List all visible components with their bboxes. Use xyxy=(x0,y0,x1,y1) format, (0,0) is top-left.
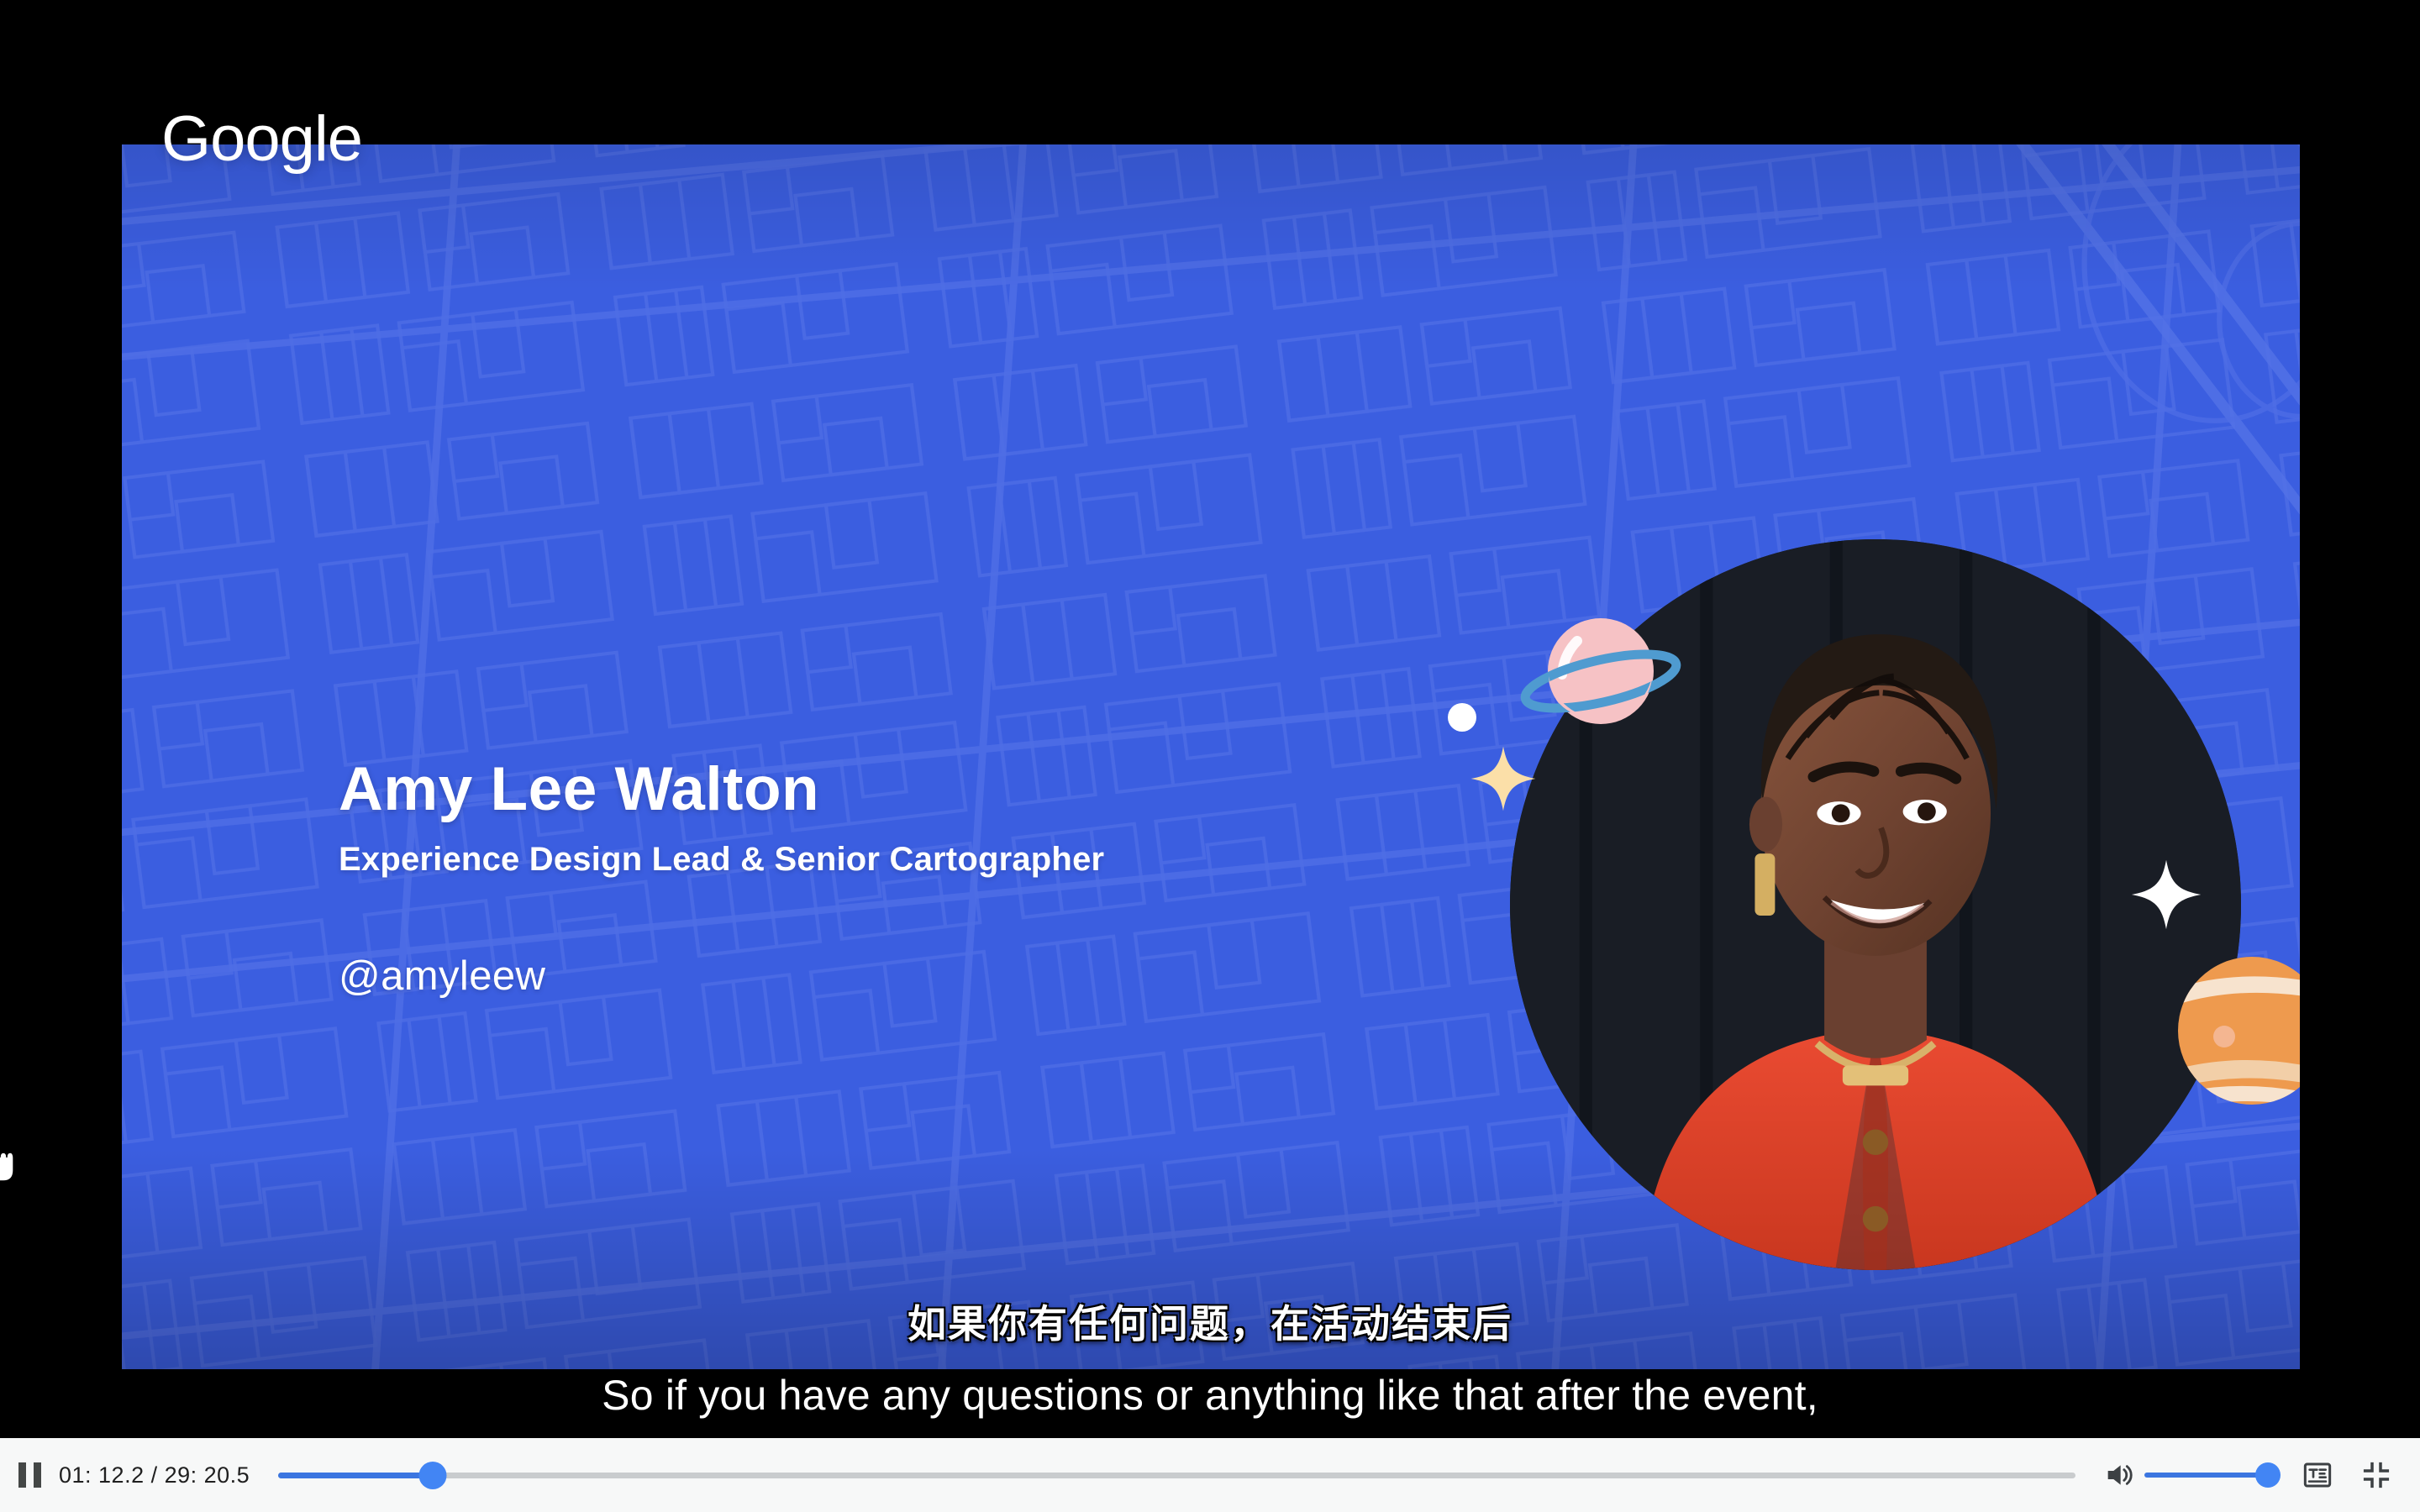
progress-track[interactable] xyxy=(278,1472,2075,1478)
subtitle-translated: 如果你有任何问题，在活动结束后 xyxy=(908,1302,1512,1346)
progress-thumb[interactable] xyxy=(418,1461,447,1489)
four-point-star-icon xyxy=(2130,858,2202,931)
speaker-name: Amy Lee Walton xyxy=(339,755,820,823)
time-display: 01: 12.2 / 29: 20.5 xyxy=(59,1462,250,1488)
hand-cursor-icon xyxy=(0,1136,20,1184)
exit-fullscreen-icon[interactable] xyxy=(2358,1457,2395,1494)
progress-bar[interactable] xyxy=(278,1461,2075,1489)
small-dot-icon xyxy=(1448,703,1476,732)
volume-slider[interactable] xyxy=(2144,1462,2281,1488)
volume-thumb[interactable] xyxy=(2255,1462,2281,1488)
speaker-photo-area xyxy=(1433,380,2300,1369)
pause-bar-left xyxy=(18,1462,26,1488)
subtitle-original: So if you have any questions or anything… xyxy=(602,1372,1818,1419)
presentation-slide: Amy Lee Walton Experience Design Lead & … xyxy=(122,144,2300,1369)
speaker-handle: @amyleew xyxy=(339,953,546,999)
ringed-planet-icon xyxy=(1517,594,1685,762)
progress-fill xyxy=(278,1472,434,1478)
video-stage[interactable]: Amy Lee Walton Experience Design Lead & … xyxy=(0,0,2420,1438)
pause-bar-right xyxy=(33,1462,41,1488)
speaker-info: Amy Lee Walton Experience Design Lead & … xyxy=(339,755,1431,1000)
google-logo: Google xyxy=(161,103,363,175)
player-controls-bar: 01: 12.2 / 29: 20.5 xyxy=(0,1438,2420,1512)
banded-planet-icon xyxy=(2155,934,2300,1127)
volume-track[interactable] xyxy=(2144,1473,2270,1478)
speaker-role: Experience Design Lead & Senior Cartogra… xyxy=(339,840,1105,878)
volume-up-icon[interactable] xyxy=(2101,1457,2138,1494)
closed-captions-icon[interactable] xyxy=(2299,1457,2336,1494)
video-player-root: Amy Lee Walton Experience Design Lead & … xyxy=(0,0,2420,1512)
four-point-star-icon xyxy=(1470,745,1537,812)
pause-icon[interactable] xyxy=(15,1461,44,1489)
